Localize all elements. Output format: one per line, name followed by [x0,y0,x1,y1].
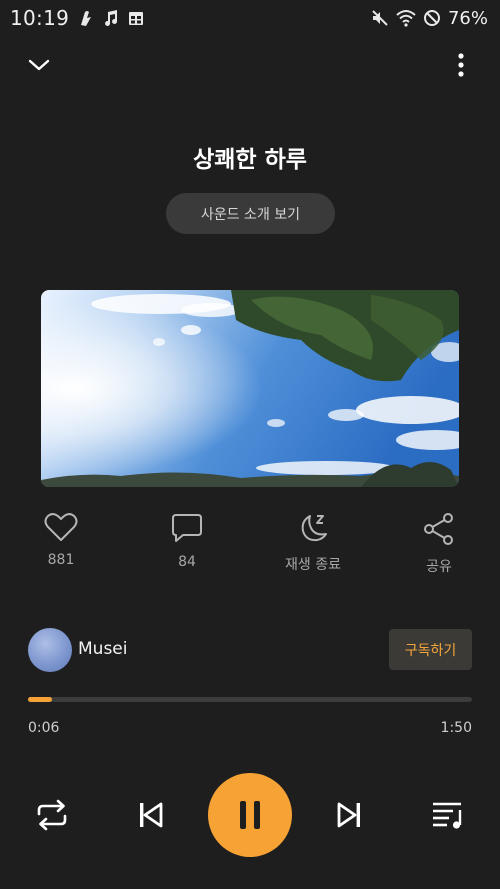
playlist-icon [433,802,462,829]
track-title: 상쾌한 하루 [193,147,307,173]
status-left: 10:19 [10,6,144,30]
music-note-icon [103,9,119,27]
skip-previous-icon [140,802,163,828]
repeat-button[interactable] [32,795,72,835]
next-button[interactable] [330,795,370,835]
battery-level: 76% [447,7,488,29]
sound-intro-button[interactable]: 사운드 소개 보기 [166,193,335,234]
more-vertical-icon [458,53,464,77]
like-button[interactable]: 881 [16,512,106,568]
notification-icon [78,9,94,27]
total-time: 1:50 [440,720,472,736]
repeat-icon [37,799,67,831]
artist-name[interactable]: Musei [78,639,127,659]
chevron-down-icon [28,59,50,71]
share-label: 공유 [426,559,452,575]
share-icon [424,513,453,545]
like-count: 881 [47,552,75,568]
calendar-icon [128,10,144,26]
comment-icon [172,514,202,542]
more-options-button[interactable] [446,48,476,82]
status-right: 76% [371,8,488,29]
share-button[interactable]: 공유 [394,512,484,576]
moon-icon [301,515,327,542]
wifi-icon [396,9,416,27]
current-time: 0:06 [28,720,60,736]
playback-controls [0,772,500,858]
status-time: 10:19 [10,6,70,30]
top-bar [0,44,500,84]
artist-avatar[interactable] [28,628,72,672]
sleep-timer-label: 재생 종료 [285,557,341,573]
collapse-button[interactable] [22,48,56,82]
dnd-icon [423,9,441,27]
progress-bar[interactable] [28,697,472,702]
comment-button[interactable]: 84 [142,512,232,570]
status-bar: 10:19 76% [0,0,500,36]
track-artwork [41,290,459,487]
subscribe-button[interactable]: 구독하기 [389,629,472,670]
sleep-timer-button[interactable]: 재생 종료 [268,512,358,574]
skip-next-icon [337,802,360,828]
play-pause-button[interactable] [208,773,292,857]
progress-fill [28,697,53,702]
comment-count: 84 [178,554,196,570]
pause-icon [240,801,260,829]
playlist-button[interactable] [428,795,468,835]
artist-row: Musei 구독하기 [0,626,500,674]
previous-button[interactable] [130,795,170,835]
heart-icon [44,513,78,541]
mute-icon [371,9,389,27]
action-row: 881 84 재생 종료 공유 [0,512,500,582]
